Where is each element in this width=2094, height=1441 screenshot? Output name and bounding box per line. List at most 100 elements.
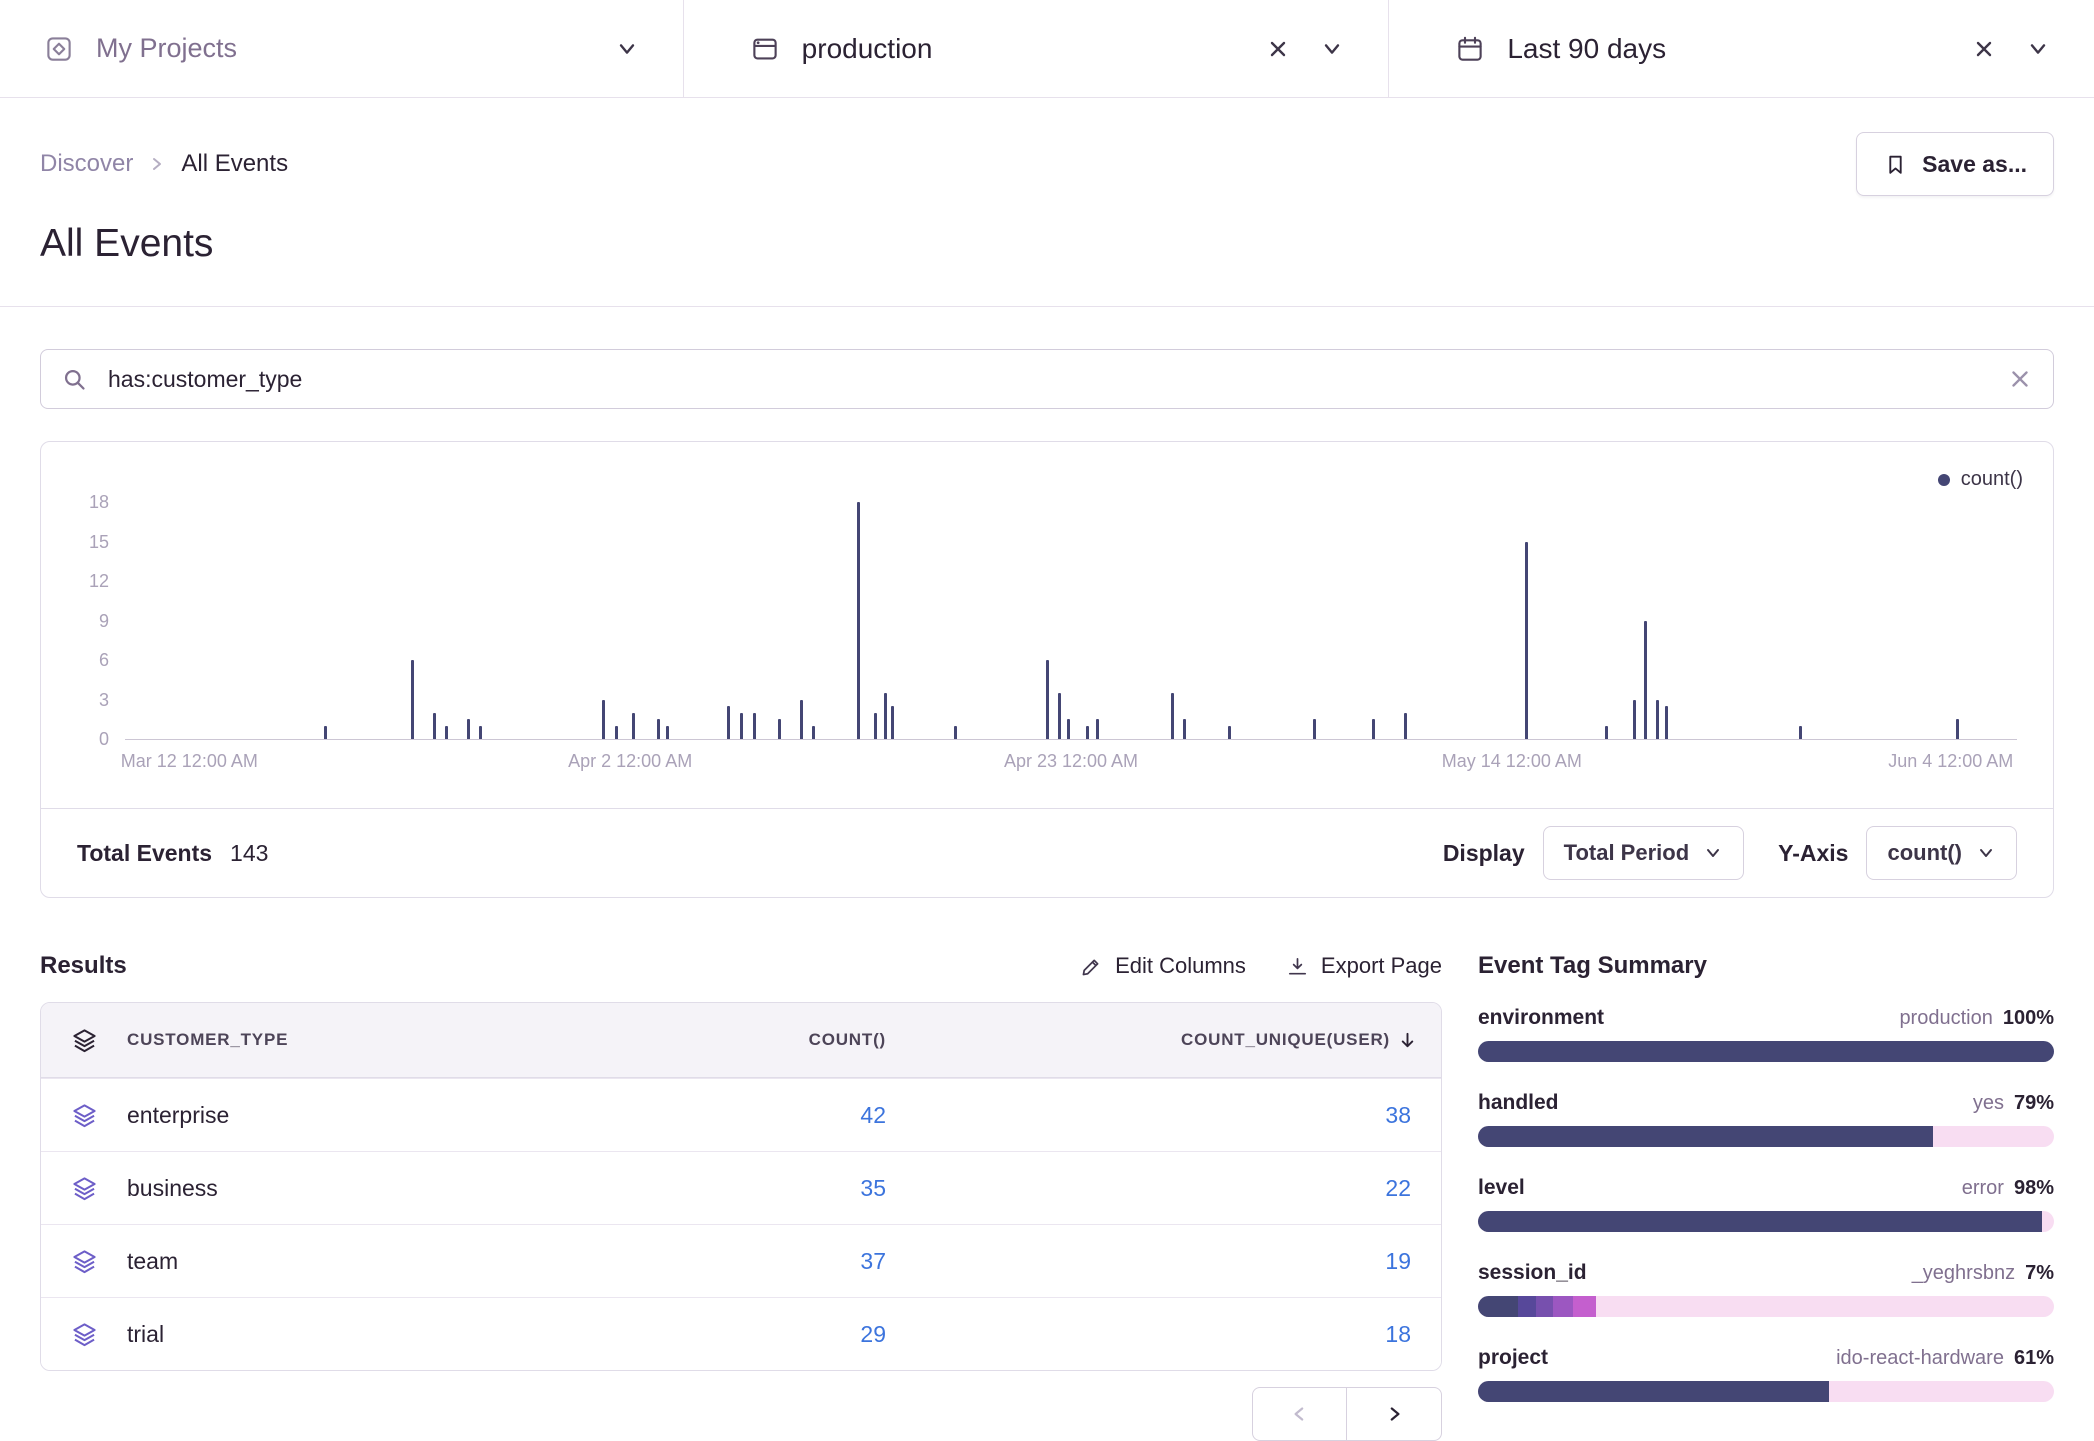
project-selector-label: My Projects	[96, 33, 237, 64]
pencil-icon	[1080, 955, 1103, 978]
count-unique-cell-link[interactable]: 38	[1385, 1102, 1441, 1129]
x-axis-tick-label: May 14 12:00 AM	[1442, 751, 1582, 772]
save-as-button[interactable]: Save as...	[1856, 132, 2054, 196]
chart-bar	[1644, 621, 1647, 740]
chevron-left-icon	[1289, 1403, 1311, 1425]
event-tag-summary: Event Tag Summary environment production…	[1478, 952, 2054, 1431]
count-unique-cell-link[interactable]: 22	[1385, 1175, 1441, 1202]
chevron-down-icon[interactable]	[1320, 37, 1344, 61]
tag-top-value: yes	[1973, 1092, 2004, 1114]
chevron-down-icon[interactable]	[2026, 37, 2050, 61]
column-header-count-unique-user-label: COUNT_UNIQUE(USER)	[1181, 1030, 1390, 1050]
environment-filter-value: production	[802, 33, 933, 65]
tag-distribution-bar[interactable]	[1478, 1381, 2054, 1402]
discover-page: My Projects production Last 90 days	[0, 0, 2094, 1441]
chart-bar	[874, 713, 877, 739]
results-table: CUSTOMER_TYPE COUNT() COUNT_UNIQUE(USER)	[40, 1002, 1442, 1371]
export-page-button[interactable]: Export Page	[1286, 953, 1442, 979]
layers-icon	[71, 1102, 98, 1129]
chart-bar	[1633, 700, 1636, 739]
breadcrumb: Discover All Events	[40, 150, 288, 178]
date-range-filter[interactable]: Last 90 days	[1388, 0, 2094, 97]
close-icon[interactable]	[1972, 37, 1996, 61]
tag-name[interactable]: session_id	[1478, 1261, 1587, 1285]
tag-name[interactable]: level	[1478, 1176, 1525, 1200]
tag-summary-item: level error 98%	[1478, 1176, 2054, 1232]
y-axis-tick-label: 6	[99, 651, 109, 669]
tag-distribution-bar[interactable]	[1478, 1126, 2054, 1147]
pagination-prev-button[interactable]	[1252, 1387, 1348, 1441]
tag-distribution-bar[interactable]	[1478, 1211, 2054, 1232]
y-axis-dropdown-value: count()	[1887, 840, 1962, 866]
tag-distribution-bar[interactable]	[1478, 1296, 2054, 1317]
tag-top-value: error	[1962, 1177, 2004, 1199]
events-chart: count() 0369121518Mar 12 12:00 AMApr 2 1…	[41, 442, 2053, 808]
count-unique-cell-link[interactable]: 19	[1385, 1248, 1441, 1275]
count-unique-cell-link[interactable]: 18	[1385, 1321, 1441, 1348]
chart-bar	[1058, 693, 1061, 739]
table-row: business 35 22	[41, 1151, 1441, 1224]
y-axis-dropdown[interactable]: count()	[1866, 826, 2017, 880]
tag-name[interactable]: project	[1478, 1346, 1548, 1370]
tag-summary-item: handled yes79%	[1478, 1091, 2054, 1147]
page-title: All Events	[40, 222, 2054, 266]
edit-columns-button[interactable]: Edit Columns	[1080, 953, 1246, 979]
tag-name[interactable]: handled	[1478, 1091, 1559, 1115]
clear-search-icon[interactable]	[2007, 366, 2033, 392]
chart-bar	[1086, 726, 1089, 739]
chart-bar	[891, 706, 894, 739]
customer-type-cell: trial	[127, 1321, 586, 1348]
close-icon[interactable]	[1266, 37, 1290, 61]
chart-legend[interactable]: count()	[1938, 468, 2023, 491]
chevron-down-icon[interactable]	[615, 37, 639, 61]
y-axis-tick-label: 15	[89, 533, 109, 551]
pagination-next-button[interactable]	[1346, 1387, 1442, 1441]
y-axis-tick-label: 12	[89, 572, 109, 590]
y-axis-label: Y-Axis	[1778, 840, 1848, 867]
search-icon	[61, 366, 88, 393]
download-icon	[1286, 955, 1309, 978]
chart-bar	[740, 713, 743, 739]
chart-bar	[1525, 542, 1528, 740]
tag-name[interactable]: environment	[1478, 1006, 1604, 1030]
column-header-count[interactable]: COUNT()	[809, 1030, 886, 1050]
tag-summary-item: project ido-react-hardware61%	[1478, 1346, 2054, 1402]
count-cell-link[interactable]: 35	[860, 1175, 886, 1202]
display-dropdown[interactable]: Total Period	[1543, 826, 1745, 880]
tag-top-value: _yeghrsbnz	[1912, 1262, 2015, 1284]
tag-percent: 100%	[2003, 1007, 2054, 1029]
customer-type-cell: team	[127, 1248, 586, 1275]
bookmark-icon	[1883, 152, 1908, 177]
search-input[interactable]	[106, 365, 1989, 394]
customer-type-cell: enterprise	[127, 1102, 586, 1129]
chart-bar	[467, 719, 470, 739]
chart-bar	[1404, 713, 1407, 739]
count-cell-link[interactable]: 42	[860, 1102, 886, 1129]
table-row: team 37 19	[41, 1224, 1441, 1297]
column-header-customer-type[interactable]: CUSTOMER_TYPE	[127, 1030, 586, 1050]
customer-type-cell: business	[127, 1175, 586, 1202]
chart-bar	[1228, 726, 1231, 739]
tag-percent: 98%	[2014, 1177, 2054, 1199]
environment-filter[interactable]: production	[683, 0, 1389, 97]
sort-descending-icon	[1396, 1029, 1419, 1052]
count-cell-link[interactable]: 37	[860, 1248, 886, 1275]
tag-summary-item: environment production100%	[1478, 1006, 2054, 1062]
breadcrumb-discover-link[interactable]: Discover	[40, 150, 133, 178]
tag-distribution-bar[interactable]	[1478, 1041, 2054, 1062]
chart-bar	[433, 713, 436, 739]
chart-bar	[778, 719, 781, 739]
chart-bar	[1171, 693, 1174, 739]
project-selector[interactable]: My Projects	[0, 0, 683, 97]
chart-bar	[1046, 660, 1049, 739]
tag-summary-title: Event Tag Summary	[1478, 952, 2054, 980]
tag-percent: 61%	[2014, 1347, 2054, 1369]
chart-bar	[1372, 719, 1375, 739]
chart-plot[interactable]: 0369121518Mar 12 12:00 AMApr 2 12:00 AMA…	[125, 502, 2017, 740]
count-cell-link[interactable]: 29	[860, 1321, 886, 1348]
chart-bar	[857, 502, 860, 739]
column-header-count-unique-user[interactable]: COUNT_UNIQUE(USER)	[1181, 1029, 1441, 1052]
x-axis-tick-label: Apr 2 12:00 AM	[568, 751, 692, 772]
chart-bar	[324, 726, 327, 739]
results-title: Results	[40, 952, 127, 980]
